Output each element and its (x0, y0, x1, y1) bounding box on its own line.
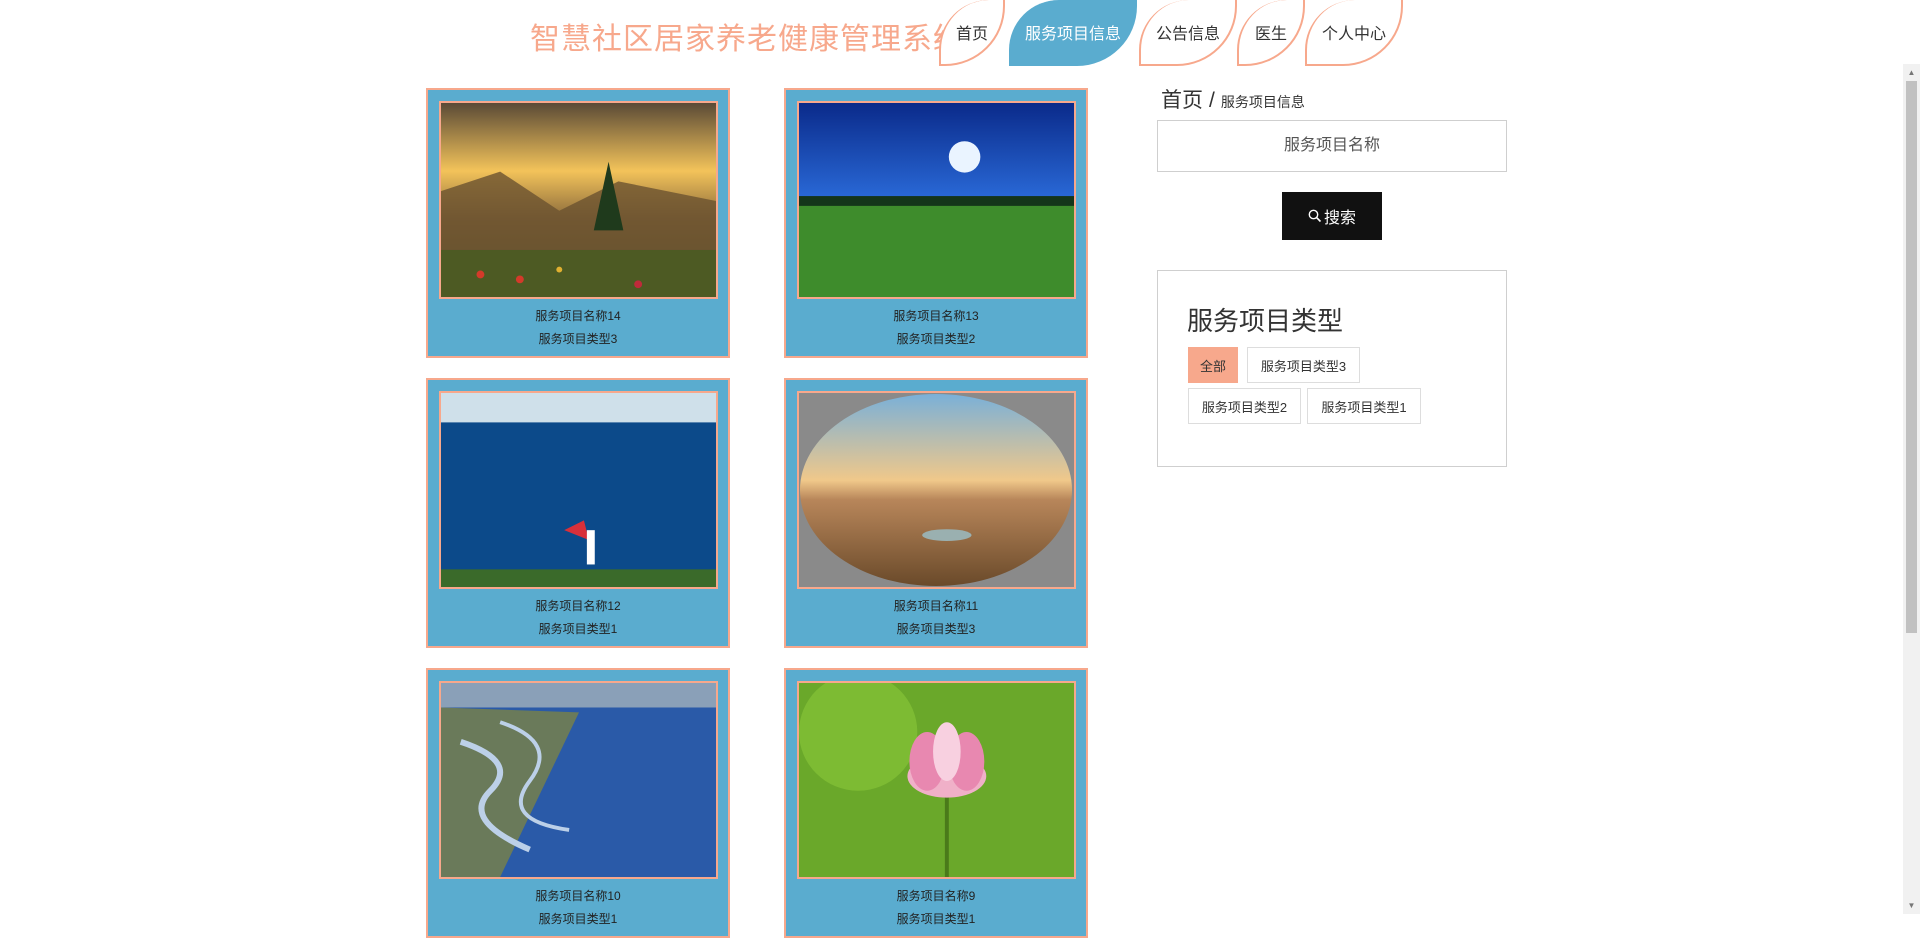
category-tag-label: 全部 (1199, 358, 1226, 374)
nav-announcements-label: 公告信息 (1155, 26, 1220, 43)
category-tag-type2[interactable]: 服务项目类型2 (1188, 388, 1301, 424)
service-card[interactable]: 服务项目名称11 服务项目类型3 (784, 378, 1088, 648)
breadcrumb-current: 服务项目信息 (1220, 94, 1305, 110)
category-tag-type3[interactable]: 服务项目类型3 (1247, 347, 1360, 383)
service-card-name: 服务项目名称12 (535, 599, 621, 613)
vertical-scrollbar[interactable]: ▲ ▼ (1903, 64, 1920, 914)
service-card-name: 服务项目名称9 (896, 889, 976, 903)
service-image-moonlit-meadow[interactable] (797, 101, 1076, 299)
service-card[interactable]: 服务项目名称14 服务项目类型3 (426, 88, 730, 358)
nav-personal-center[interactable]: 个人中心 (1305, 0, 1403, 66)
nav-doctor[interactable]: 医生 (1237, 0, 1305, 66)
service-image-mountain-sunset[interactable] (439, 101, 718, 299)
category-tag-label: 服务项目类型3 (1260, 358, 1347, 374)
category-panel: 服务项目类型 全部 服务项目类型3 服务项目类型2 服务项目类型1 (1157, 270, 1507, 467)
category-tag-label: 服务项目类型2 (1201, 399, 1288, 415)
search-input[interactable] (1157, 120, 1507, 172)
category-tag-type1[interactable]: 服务项目类型1 (1307, 388, 1421, 424)
breadcrumb: 首页 / 服务项目信息 (1161, 84, 1305, 114)
service-card[interactable]: 服务项目名称9 服务项目类型1 (784, 668, 1088, 938)
service-card[interactable]: 服务项目名称10 服务项目类型1 (426, 668, 730, 938)
breadcrumb-separator: / (1209, 89, 1215, 112)
search-button[interactable]: 搜索 (1282, 192, 1382, 240)
site-title: 智慧社区居家养老健康管理系统 (530, 23, 964, 56)
service-card-name: 服务项目名称10 (535, 889, 621, 903)
service-card-name: 服务项目名称13 (893, 309, 979, 323)
nav-announcements[interactable]: 公告信息 (1139, 0, 1237, 66)
service-card-type: 服务项目类型1 (538, 622, 618, 636)
service-card-name: 服务项目名称11 (893, 599, 979, 613)
nav-doctor-label: 医生 (1254, 26, 1287, 43)
scroll-up-icon[interactable]: ▲ (1903, 64, 1920, 81)
category-tag-all[interactable]: 全部 (1188, 347, 1238, 383)
service-image-lake-dancer[interactable] (439, 391, 718, 589)
service-card-type: 服务项目类型2 (896, 332, 976, 346)
scroll-down-icon[interactable]: ▼ (1903, 897, 1920, 914)
service-card-name: 服务项目名称14 (535, 309, 621, 323)
service-card-type: 服务项目类型3 (538, 332, 618, 346)
service-image-lake-shore[interactable] (439, 681, 718, 879)
service-image-lotus-flower[interactable] (797, 681, 1076, 879)
service-card[interactable]: 服务项目名称12 服务项目类型1 (426, 378, 730, 648)
breadcrumb-home[interactable]: 首页 (1161, 89, 1203, 112)
service-card[interactable]: 服务项目名称13 服务项目类型2 (784, 88, 1088, 358)
category-title: 服务项目类型 (1187, 306, 1344, 336)
service-card-type: 服务项目类型1 (896, 912, 976, 926)
service-card-type: 服务项目类型1 (538, 912, 618, 926)
nav-home-label: 首页 (955, 26, 988, 43)
service-card-type: 服务项目类型3 (896, 622, 976, 636)
service-image-desert-oasis[interactable] (797, 391, 1076, 589)
nav-personal-center-label: 个人中心 (1321, 26, 1386, 43)
category-tag-label: 服务项目类型1 (1321, 399, 1407, 415)
nav-home[interactable]: 首页 (939, 0, 1005, 66)
nav-service-items[interactable]: 服务项目信息 (1009, 0, 1137, 66)
nav-service-items-label: 服务项目信息 (1024, 26, 1121, 43)
scroll-thumb[interactable] (1906, 81, 1917, 633)
search-button-label: 搜索 (1323, 210, 1356, 227)
search-icon (1308, 209, 1322, 223)
